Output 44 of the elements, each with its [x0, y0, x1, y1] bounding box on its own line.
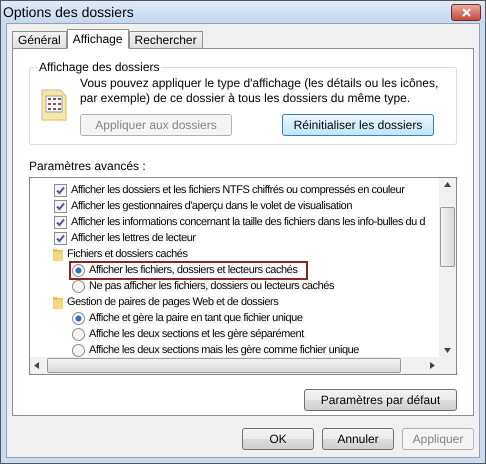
option-label: Afficher les dossiers et les fichiers NTFS chiffrés ou compressés en couleur — [71, 184, 404, 196]
scrollbar-thumb[interactable] — [47, 358, 401, 373]
radio-button[interactable] — [72, 264, 85, 276]
checkbox[interactable] — [54, 216, 67, 228]
option-label: Affiche les deux sections mais les gère comme fichier unique — [89, 344, 359, 356]
dialog-button[interactable]: OK — [242, 428, 314, 450]
close-button[interactable] — [451, 4, 481, 20]
folder-view-icon — [40, 88, 68, 122]
tab[interactable]: Général — [12, 31, 67, 48]
section-label: Paramètres avancés : — [29, 159, 147, 173]
tab[interactable]: Rechercher — [128, 31, 203, 48]
dialog-button[interactable]: Annuler — [322, 428, 394, 450]
checkbox[interactable] — [54, 184, 67, 196]
folder-button[interactable]: Réinitialiser les dossiers — [282, 114, 434, 136]
option-label: Afficher les gestionnaires d'aperçu dans le volet de visualisation — [71, 200, 352, 212]
tab[interactable]: Affichage — [66, 29, 129, 49]
horizontal-scrollbar[interactable] — [30, 357, 439, 374]
scroll-down-icon[interactable] — [444, 348, 451, 353]
checkbox[interactable] — [54, 232, 67, 244]
group-label: Gestion de paires de pages Web et de dossiers — [67, 296, 278, 308]
folder-icon — [53, 248, 63, 260]
option-label: Affiche les deux sections et les gère séparément — [89, 328, 304, 340]
option-label: Afficher les fichiers, dossiers et lecteurs cachés — [89, 264, 298, 276]
option-label: Affiche et gère la paire en tant que fichier unique — [89, 312, 303, 324]
checkbox[interactable] — [54, 200, 67, 212]
window-title: Options des dossiers — [3, 4, 134, 20]
option-label: Ne pas afficher les fichiers, dossiers ou lecteurs cachés — [89, 280, 334, 292]
defaults-button[interactable]: Paramètres par défaut — [304, 389, 457, 411]
radio-button[interactable] — [72, 344, 85, 356]
scroll-up-icon[interactable] — [444, 182, 451, 187]
group-title: Affichage des dossiers — [38, 60, 161, 74]
description-text: Vous pouvez appliquer le type d'affichage (les détails ou les icônes, par exemple) de ce dossier à tous les dossiers du même type. — [80, 76, 440, 106]
group-label: Fichiers et dossiers cachés — [67, 248, 188, 260]
radio-button[interactable] — [72, 312, 85, 324]
option-label: Afficher les lettres de lecteur — [71, 232, 196, 244]
scroll-left-icon[interactable] — [34, 362, 39, 369]
scroll-right-icon[interactable] — [430, 362, 435, 369]
folder-icon — [53, 296, 63, 308]
vertical-scrollbar[interactable] — [439, 178, 456, 357]
radio-button[interactable] — [72, 328, 85, 340]
radio-button[interactable] — [72, 280, 85, 292]
scrollbar-thumb[interactable] — [440, 207, 455, 267]
close-icon — [462, 8, 470, 16]
option-label: Afficher les informations concernant la taille des fichiers dans les info-bulles du d — [71, 216, 426, 228]
